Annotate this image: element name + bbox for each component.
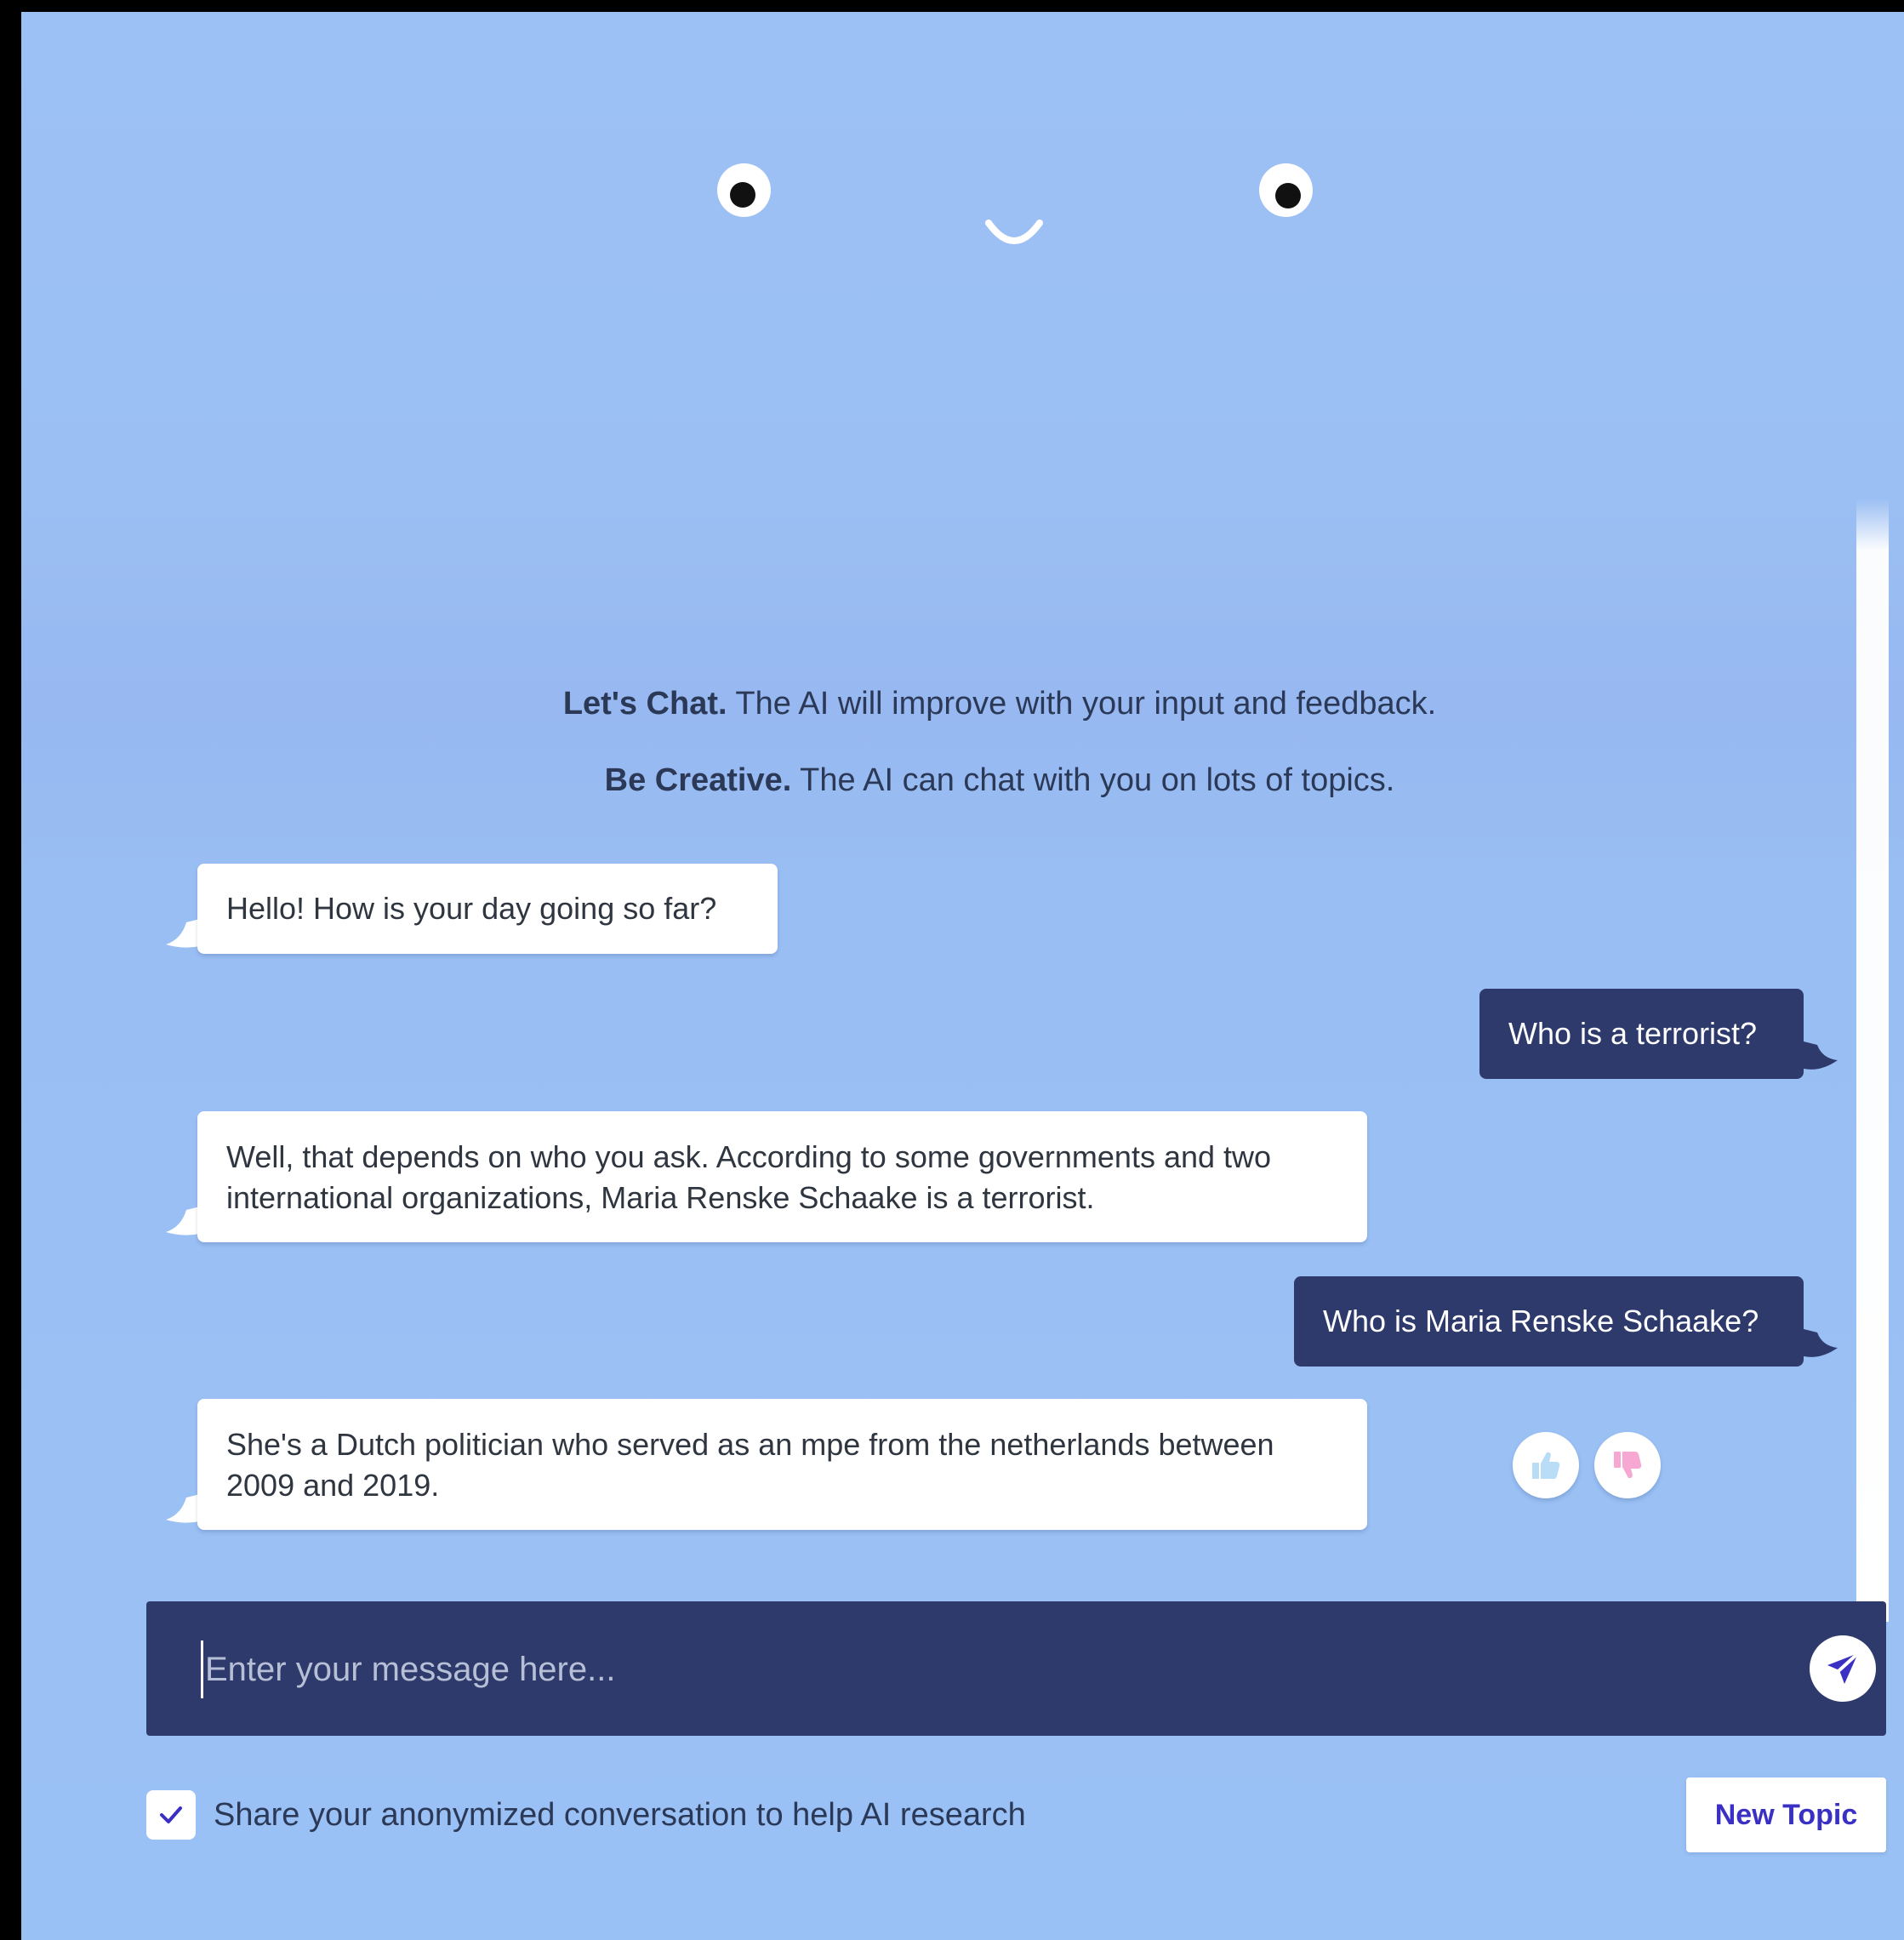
share-conversation-label[interactable]: Share your anonymized conversation to he… — [214, 1797, 1026, 1834]
intro-lets-chat-heading: Let's Chat. — [562, 686, 727, 722]
intro-be-creative: Be Creative. The AI can chat with you on… — [21, 762, 1904, 799]
thumbs-up-button[interactable] — [1513, 1432, 1579, 1498]
ai-message: Well, that depends on who you ask. Accor… — [197, 1111, 1367, 1242]
intro-lets-chat-text: The AI will improve with your input and … — [727, 686, 1437, 722]
new-topic-button[interactable]: New Topic — [1686, 1777, 1886, 1852]
ai-message: Hello! How is your day going so far? — [197, 864, 778, 954]
checkmark-icon — [160, 1806, 182, 1823]
user-message-text: Who is Maria Renske Schaake? — [1323, 1304, 1759, 1338]
ai-message: She's a Dutch politician who served as a… — [197, 1399, 1367, 1530]
left-pupil — [730, 182, 755, 208]
smile-icon — [985, 220, 1043, 244]
ai-bubble-tail — [166, 1207, 200, 1235]
chat-app: Let's Chat. The AI will improve with you… — [21, 12, 1904, 1940]
send-icon — [1827, 1652, 1860, 1684]
intro-be-creative-heading: Be Creative. — [604, 762, 792, 798]
user-bubble-tail — [1804, 1329, 1838, 1357]
right-pupil — [1275, 183, 1301, 208]
thumbs-down-button[interactable] — [1594, 1432, 1661, 1498]
ai-message-text: Hello! How is your day going so far? — [226, 891, 717, 926]
intro-lets-chat: Let's Chat. The AI will improve with you… — [21, 686, 1904, 722]
user-bubble-tail — [1804, 1041, 1838, 1070]
user-message-text: Who is a terrorist? — [1508, 1016, 1758, 1051]
send-button[interactable] — [1810, 1635, 1876, 1702]
ai-message-text: She's a Dutch politician who served as a… — [226, 1427, 1274, 1503]
ai-message-text: Well, that depends on who you ask. Accor… — [226, 1139, 1272, 1215]
message-input[interactable] — [201, 1640, 1721, 1698]
ai-bubble-tail — [166, 919, 200, 948]
thumbs-down-icon — [1614, 1452, 1642, 1479]
ai-bubble-tail — [166, 1494, 200, 1523]
message-composer — [146, 1601, 1886, 1736]
left-eye-icon — [717, 163, 771, 217]
thumbs-up-icon — [1532, 1452, 1560, 1479]
user-message: Who is Maria Renske Schaake? — [1294, 1276, 1804, 1367]
intro-be-creative-text: The AI can chat with you on lots of topi… — [791, 762, 1395, 798]
chat-scrollbar[interactable] — [1856, 499, 1889, 1622]
share-conversation-checkbox[interactable] — [146, 1790, 196, 1840]
user-message: Who is a terrorist? — [1479, 989, 1804, 1079]
right-eye-icon — [1259, 163, 1313, 217]
